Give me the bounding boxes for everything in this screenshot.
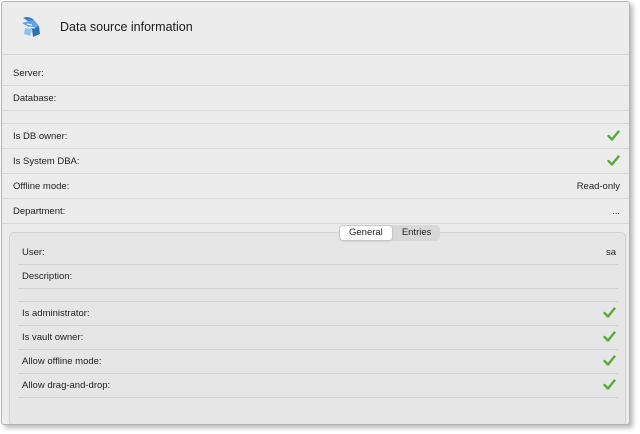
db-owner-row: Is DB owner: xyxy=(2,124,629,149)
is-admin-label: Is administrator: xyxy=(22,308,90,319)
offline-mode-value: Read-only xyxy=(576,181,620,192)
tab-entries[interactable]: Entries xyxy=(393,225,441,241)
vault-logo-icon xyxy=(22,16,40,37)
tab-bar: General Entries xyxy=(339,225,441,241)
db-owner-label: Is DB owner: xyxy=(13,131,68,142)
check-icon xyxy=(603,307,616,318)
check-icon xyxy=(603,355,616,366)
allow-dnd-label: Allow drag-and-drop: xyxy=(22,380,111,391)
window-header: Data source information xyxy=(2,2,629,55)
allow-offline-row: Allow offline mode: xyxy=(18,350,618,374)
general-info-list: User: sa Description: Is administrator: … xyxy=(18,241,618,398)
system-dba-label: Is System DBA: xyxy=(13,156,80,167)
database-label: Database: xyxy=(13,93,57,104)
datasource-info-list: Server: Database: Is DB owner: Is System… xyxy=(2,61,629,224)
is-admin-row: Is administrator: xyxy=(18,302,618,326)
window-title: Data source information xyxy=(60,20,193,34)
user-value: sa xyxy=(605,247,616,258)
allow-offline-label: Allow offline mode: xyxy=(22,356,102,367)
user-row: User: sa xyxy=(18,241,618,265)
check-icon xyxy=(607,155,620,166)
offline-mode-row: Offline mode: Read-only xyxy=(2,174,629,199)
department-row: Department: ... xyxy=(2,199,629,224)
database-row: Database: xyxy=(2,86,629,111)
data-source-window: Data source information Server: Database… xyxy=(1,1,630,425)
allow-dnd-row: Allow drag-and-drop: xyxy=(18,374,618,398)
section-divider xyxy=(2,111,629,124)
vault-owner-label: Is vault owner: xyxy=(22,332,84,343)
vault-owner-row: Is vault owner: xyxy=(18,326,618,350)
check-icon xyxy=(603,331,616,342)
check-icon xyxy=(607,130,620,141)
description-row: Description: xyxy=(18,265,618,289)
department-value[interactable]: ... xyxy=(612,206,620,217)
section-divider xyxy=(18,289,618,302)
server-label: Server: xyxy=(13,68,44,79)
server-row: Server: xyxy=(2,61,629,86)
department-label: Department: xyxy=(13,206,66,217)
user-label: User: xyxy=(22,247,45,258)
system-dba-row: Is System DBA: xyxy=(2,149,629,174)
description-label: Description: xyxy=(22,271,73,282)
tab-general[interactable]: General xyxy=(339,225,393,241)
general-panel: User: sa Description: Is administrator: … xyxy=(9,232,626,424)
check-icon xyxy=(603,379,616,390)
offline-mode-label: Offline mode: xyxy=(13,181,70,192)
